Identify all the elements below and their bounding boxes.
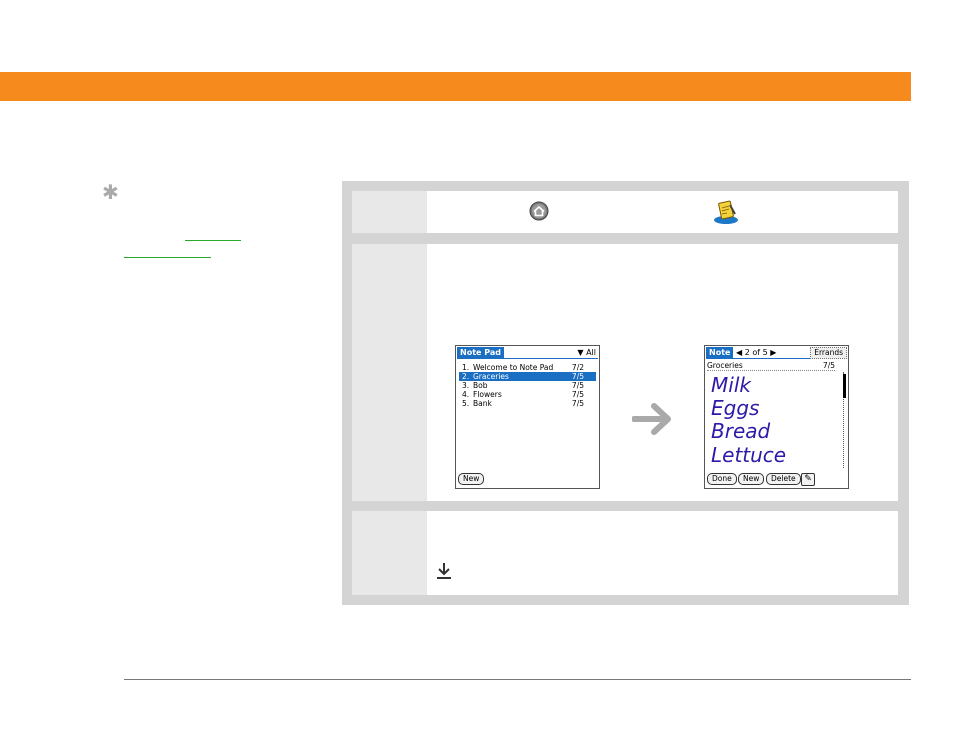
item-title: Bob	[473, 381, 488, 390]
asterisk-icon: ✱	[102, 180, 119, 204]
item-date: 7/5	[571, 390, 584, 399]
footer-rule	[124, 679, 911, 680]
list-item[interactable]: 3. Bob 7/5	[459, 381, 596, 390]
ink-line: Bread	[711, 419, 771, 443]
tip-link-continued[interactable]	[124, 244, 211, 258]
scrollbar-thumb[interactable]	[843, 374, 846, 398]
item-number: 3.	[462, 381, 470, 390]
title-underline	[457, 358, 598, 359]
item-title: Bank	[473, 399, 492, 408]
category-picker[interactable]: ▼ All	[577, 347, 596, 358]
step-number-cell	[352, 244, 427, 501]
list-item[interactable]: 4. Flowers 7/5	[459, 390, 596, 399]
done-button[interactable]: Done	[707, 473, 737, 485]
item-date: 7/5	[571, 381, 584, 390]
tip-link[interactable]	[185, 226, 241, 241]
download-arrow-icon	[437, 563, 451, 579]
item-number: 1.	[462, 363, 470, 372]
note-pad-list-screen: Note Pad ▼ All 1. Welcome to Note Pad 7/…	[455, 345, 600, 489]
item-number: 4.	[462, 390, 470, 399]
list-screen-title: Note Pad	[457, 347, 504, 358]
previous-note-icon[interactable]: ◀	[736, 348, 742, 357]
item-date: 7/5	[571, 372, 584, 381]
new-button[interactable]: New	[458, 473, 485, 485]
step-number-cell	[352, 191, 427, 233]
category-label: All	[586, 348, 596, 357]
handwritten-note[interactable]: Milk Eggs Bread Lettuce	[709, 372, 837, 468]
step-number-cell	[352, 511, 427, 595]
item-date: 7/5	[571, 399, 584, 408]
delete-button[interactable]: Delete	[766, 473, 801, 485]
ink-line: Lettuce	[711, 443, 786, 467]
list-item[interactable]: 1. Welcome to Note Pad 7/2	[459, 363, 596, 372]
note-title: Groceries	[707, 361, 743, 370]
list-item-selected[interactable]: 2. Graceries 7/5	[459, 372, 596, 381]
note-pad-app-icon	[714, 200, 738, 224]
item-title: Welcome to Note Pad	[473, 363, 554, 372]
note-detail-screen: Note ◀ 2 of 5 ▶ Errands Groceries 7/5 Mi…	[704, 345, 849, 489]
note-position: 2 of 5	[744, 348, 768, 357]
item-title: Flowers	[473, 390, 502, 399]
title-divider	[707, 370, 835, 371]
step-row-3	[352, 511, 898, 595]
pen-icon[interactable]: ✎	[801, 473, 815, 486]
new-button[interactable]: New	[738, 473, 765, 485]
dropdown-triangle-icon: ▼	[577, 348, 584, 357]
item-number: 5.	[462, 399, 470, 408]
ink-line: Milk	[711, 373, 752, 397]
arrow-right-icon	[632, 403, 671, 435]
note-navigation: ◀ 2 of 5 ▶	[736, 347, 776, 358]
note-date: 7/5	[822, 361, 835, 370]
home-icon	[529, 201, 549, 221]
category-picker[interactable]: Errands	[810, 347, 847, 359]
item-number: 2.	[462, 372, 470, 381]
next-note-icon[interactable]: ▶	[770, 348, 776, 357]
item-title: Graceries	[473, 372, 509, 381]
list-item[interactable]: 5. Bank 7/5	[459, 399, 596, 408]
note-screen-title: Note	[706, 347, 734, 358]
item-date: 7/2	[571, 363, 584, 372]
header-bar	[0, 72, 911, 101]
ink-line: Eggs	[711, 396, 759, 420]
step-row-1	[352, 191, 898, 233]
